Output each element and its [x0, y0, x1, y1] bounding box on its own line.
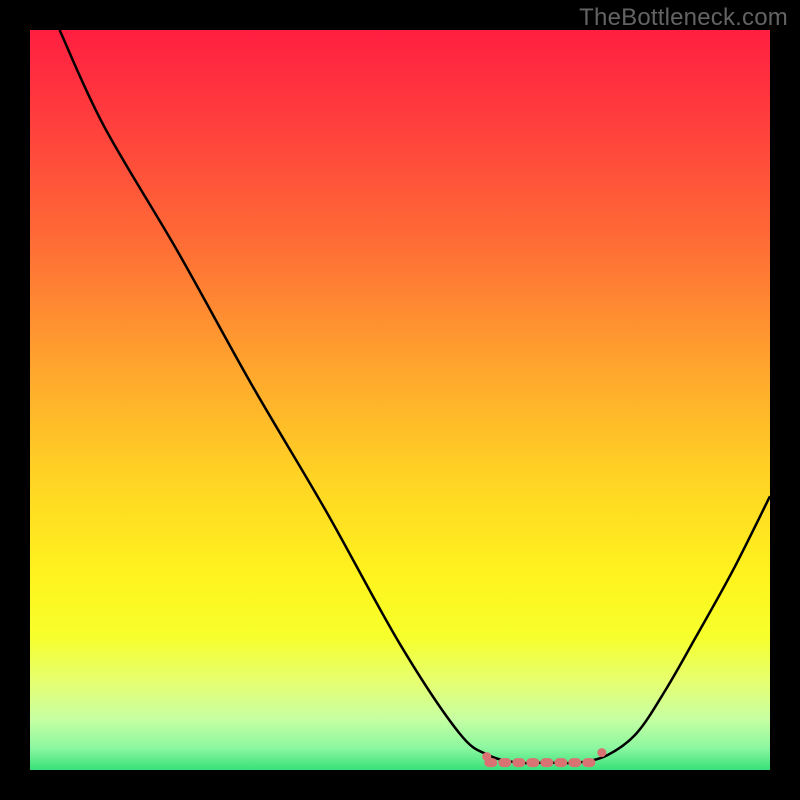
watermark-text: TheBottleneck.com — [579, 4, 788, 32]
optimal-range-end-dot-0 — [482, 752, 491, 761]
plot-area — [30, 30, 770, 770]
plot-svg — [30, 30, 770, 770]
curve-line — [60, 30, 770, 763]
optimal-range-marker — [482, 748, 606, 763]
chart-frame: TheBottleneck.com — [0, 0, 800, 800]
optimal-range-end-dot-1 — [597, 748, 606, 757]
